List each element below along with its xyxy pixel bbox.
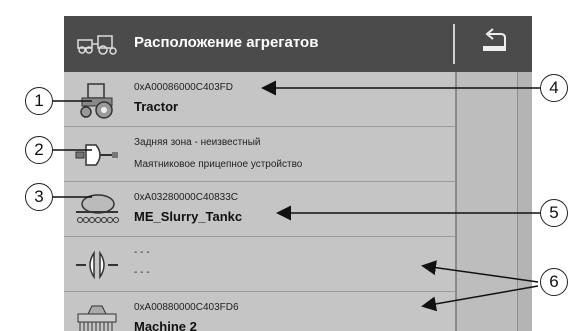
callout-3: 3: [25, 183, 53, 211]
callout-6-arrow-a: [421, 260, 539, 283]
callout-lines: [52, 80, 540, 312]
callout-6: 6: [540, 268, 568, 296]
callout-4: 4: [540, 74, 568, 102]
callout-1: 1: [25, 87, 53, 115]
callout-5: 5: [540, 199, 568, 227]
callout-2: 2: [25, 136, 53, 164]
callout-6-arrow-b: [421, 285, 539, 312]
